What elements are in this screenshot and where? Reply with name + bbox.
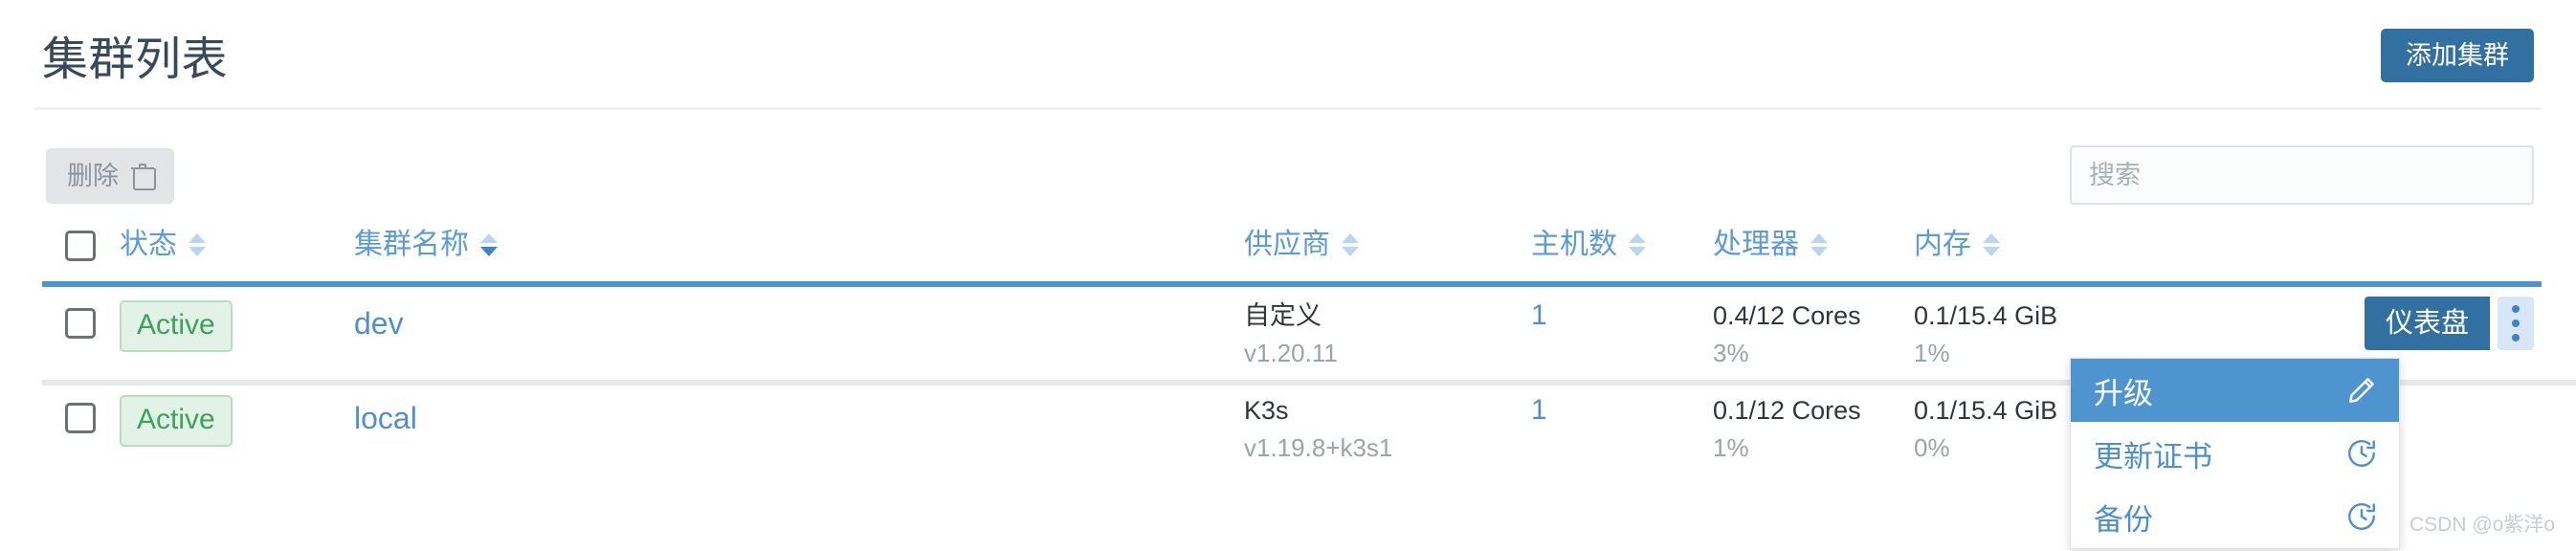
column-header-cpu-label: 处理器 [1713, 229, 1799, 260]
host-count-link[interactable]: 1 [1531, 393, 1547, 428]
dropdown-item-upgrade-label: 升级 [2094, 376, 2153, 410]
page-header: 集群列表 添加集群 [0, 0, 2576, 107]
row-checkbox[interactable] [65, 403, 96, 433]
provider-cell: 自定义 v1.20.11 [1244, 285, 1338, 368]
select-all-checkbox-cell [65, 218, 96, 261]
table-header-row: 状态 集群名称 供应商 主机数 处理器 内存 [0, 218, 2576, 287]
memory-value: 0.1/15.4 GiB [1914, 301, 2058, 330]
add-cluster-button[interactable]: 添加集群 [2381, 29, 2534, 82]
row-actions: 仪表盘 [2364, 297, 2534, 350]
dropdown-item-backup-label: 备份 [2094, 502, 2153, 537]
dropdown-item-renew-certificate[interactable]: 更新证书 [2071, 422, 2399, 485]
status-cell: Active [120, 380, 233, 447]
sort-arrows-cpu-icon[interactable] [1810, 233, 1828, 256]
delete-button-label: 删除 [67, 162, 119, 190]
memory-percent: 1% [1914, 339, 1950, 367]
provider-name: 自定义 [1244, 301, 1321, 330]
column-header-hosts-label: 主机数 [1531, 229, 1617, 260]
cpu-value: 0.4/12 Cores [1713, 301, 1861, 330]
sort-arrows-provider-icon[interactable] [1342, 233, 1359, 256]
watermark: CSDN @o紫洋o [2409, 514, 2555, 536]
header-divider [34, 107, 2542, 110]
cluster-name-cell: local [354, 380, 417, 439]
dropdown-item-upgrade[interactable]: 升级 [2071, 359, 2399, 422]
column-header-name[interactable]: 集群名称 [354, 218, 498, 272]
memory-value: 0.1/15.4 GiB [1914, 396, 2058, 425]
row-checkbox-cell [65, 380, 96, 433]
status-badge: Active [120, 395, 233, 447]
hosts-cell: 1 [1531, 285, 1547, 333]
column-header-provider[interactable]: 供应商 [1244, 218, 1359, 272]
column-header-cpu[interactable]: 处理器 [1713, 218, 1828, 272]
status-cell: Active [120, 285, 233, 352]
provider-name: K3s [1244, 396, 1289, 425]
sort-arrows-hosts-icon[interactable] [1629, 233, 1646, 256]
page-title: 集群列表 [42, 34, 229, 85]
column-header-hosts[interactable]: 主机数 [1531, 218, 1646, 272]
sort-arrows-name-icon[interactable] [480, 233, 498, 256]
cluster-name-cell: dev [354, 285, 404, 344]
hosts-cell: 1 [1531, 380, 1547, 428]
dashboard-button[interactable]: 仪表盘 [2364, 297, 2490, 350]
column-header-name-label: 集群名称 [354, 229, 469, 260]
row-actions-menu-icon[interactable] [2498, 297, 2534, 350]
dropdown-item-renew-certificate-label: 更新证书 [2094, 439, 2212, 474]
dropdown-item-backup[interactable]: 备份 [2071, 485, 2399, 548]
status-badge: Active [120, 300, 233, 352]
cpu-percent: 1% [1713, 433, 1749, 462]
column-header-status-label: 状态 [120, 229, 177, 260]
memory-percent: 0% [1914, 433, 1950, 462]
host-count-link[interactable]: 1 [1531, 298, 1547, 333]
column-header-memory[interactable]: 内存 [1914, 218, 2000, 272]
provider-cell: K3s v1.19.8+k3s1 [1244, 380, 1392, 463]
cpu-cell: 0.4/12 Cores 3% [1713, 285, 1861, 368]
sort-arrows-memory-icon[interactable] [1983, 233, 2000, 256]
select-all-checkbox[interactable] [65, 231, 96, 261]
cpu-percent: 3% [1713, 339, 1749, 367]
memory-cell: 0.1/15.4 GiB 0% [1914, 380, 2057, 463]
clock-rotate-icon [2345, 500, 2378, 533]
column-header-status[interactable]: 状态 [120, 218, 206, 272]
clock-rotate-icon [2345, 437, 2378, 470]
cpu-value: 0.1/12 Cores [1713, 396, 1861, 425]
row-checkbox[interactable] [65, 308, 96, 339]
sort-arrows-status-icon[interactable] [189, 233, 206, 256]
memory-cell: 0.1/15.4 GiB 1% [1914, 285, 2057, 368]
row-actions-dropdown: 升级 更新证书 备份 [2070, 358, 2400, 549]
column-header-provider-label: 供应商 [1244, 229, 1330, 260]
provider-version: v1.20.11 [1244, 339, 1338, 367]
cluster-list-page: 集群列表 添加集群 删除 状态 [0, 0, 2576, 551]
pencil-icon [2345, 374, 2378, 407]
trash-icon [131, 164, 156, 190]
cluster-name-link[interactable]: dev [354, 302, 404, 344]
table-toolbar: 删除 [0, 115, 2576, 220]
delete-button[interactable]: 删除 [46, 148, 174, 204]
cpu-cell: 0.1/12 Cores 1% [1713, 380, 1861, 463]
provider-version: v1.19.8+k3s1 [1244, 433, 1393, 462]
search-input[interactable] [2070, 145, 2534, 205]
row-checkbox-cell [65, 285, 96, 339]
cluster-name-link[interactable]: local [354, 397, 417, 439]
column-header-memory-label: 内存 [1914, 229, 1971, 260]
